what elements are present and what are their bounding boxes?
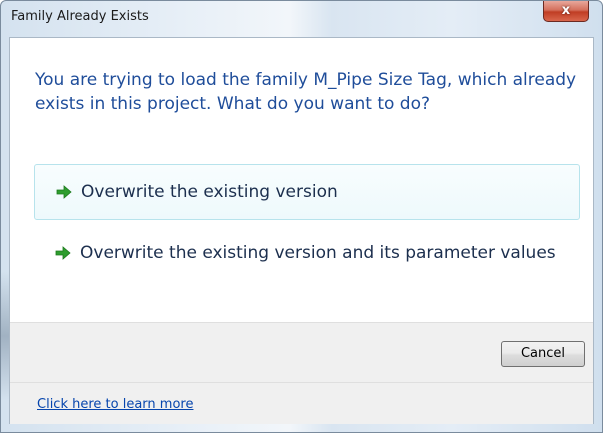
footer-link-bar: Click here to learn more — [10, 382, 593, 424]
green-arrow-icon — [56, 185, 72, 199]
command-label: Overwrite the existing version — [81, 182, 338, 202]
button-bar: Cancel — [10, 322, 593, 383]
command-label: Overwrite the existing version and its p… — [80, 243, 556, 263]
close-icon: x — [561, 3, 571, 18]
dialog-window: Family Already Exists x You are trying t… — [0, 0, 603, 433]
dialog-title: Family Already Exists — [11, 9, 149, 24]
learn-more-link[interactable]: Click here to learn more — [37, 397, 193, 412]
main-instruction: You are trying to load the family M_Pipe… — [35, 70, 577, 114]
overwrite-version-command[interactable]: Overwrite the existing version — [34, 164, 580, 220]
green-arrow-icon — [55, 246, 71, 260]
title-bar[interactable]: Family Already Exists x — [1, 1, 603, 33]
window-edge-shadow — [1, 271, 9, 401]
overwrite-version-and-parameters-command[interactable]: Overwrite the existing version and its p… — [34, 228, 580, 302]
close-button[interactable]: x — [543, 1, 589, 22]
dialog-content: You are trying to load the family M_Pipe… — [9, 37, 594, 424]
cancel-button[interactable]: Cancel — [501, 341, 585, 367]
